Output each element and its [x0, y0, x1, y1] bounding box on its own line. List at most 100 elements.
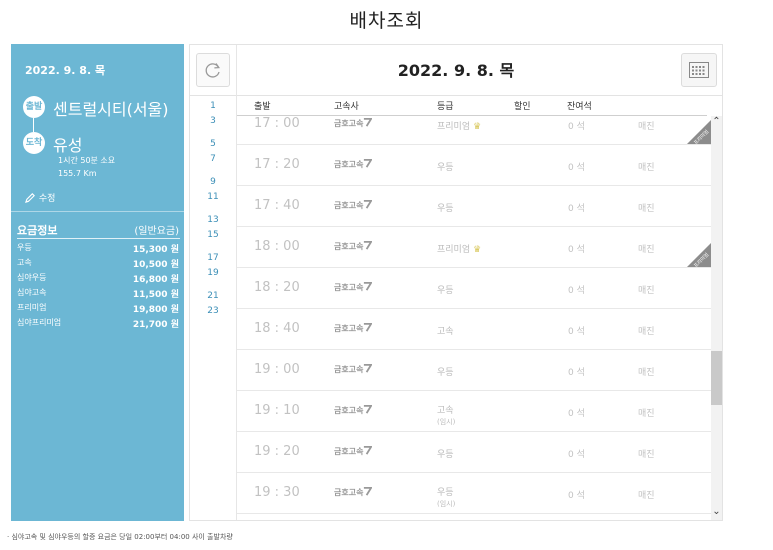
- departure-time: 19 : 30: [254, 485, 300, 500]
- page-title: 배차조회: [349, 10, 424, 32]
- bus-company: 금호고속: [334, 487, 374, 498]
- route-info-panel: 2022. 9. 8. 목 출발 센트럴시티(서울) 도착 유성 1시간 50분…: [11, 44, 184, 521]
- hour-link[interactable]: 19: [190, 268, 236, 293]
- hour-filter-list: 1 3 5 7 9 11 13 15 17 19 21 23: [190, 101, 236, 330]
- company-logo-icon: [364, 446, 374, 455]
- edit-route-label: 수정: [38, 194, 56, 204]
- column-header-departure: 출발: [254, 102, 271, 112]
- column-header-grade: 등급: [437, 102, 454, 112]
- temporary-label: (임시): [437, 418, 456, 426]
- column-header-seats: 잔여석: [567, 102, 592, 112]
- bus-company: 금호고속: [334, 118, 374, 129]
- bus-company: 금호고속: [334, 364, 374, 375]
- fare-type: (일반요금): [134, 226, 179, 237]
- remaining-seats: 0 석: [568, 286, 585, 296]
- remaining-seats: 0 석: [568, 368, 585, 378]
- schedule-row[interactable]: 18 : 20 금호고속 우등 0 석 매진: [237, 268, 711, 309]
- scrollbar[interactable]: ⌃ ⌄: [711, 116, 722, 520]
- company-logo-icon: [364, 364, 374, 373]
- bus-company: 금호고속: [334, 323, 374, 334]
- fare-header: 요금정보 (일반요금): [17, 222, 179, 238]
- company-logo-icon: [364, 159, 374, 168]
- schedule-row[interactable]: 18 : 00 금호고속 프리미엄 ♛ 0 석 매진 프리미엄: [237, 227, 711, 269]
- scroll-down-arrow-icon[interactable]: ⌄: [711, 506, 722, 520]
- remaining-seats: 0 석: [568, 204, 585, 214]
- fare-price: 15,300 원: [132, 245, 179, 255]
- hour-link[interactable]: 11: [190, 192, 236, 217]
- company-logo-icon: [364, 118, 374, 127]
- bus-company: 금호고속: [334, 446, 374, 457]
- sold-out-status: 매진: [638, 327, 655, 337]
- calendar-button[interactable]: [681, 53, 717, 87]
- bus-company-name: 금호고속: [334, 324, 364, 333]
- travel-duration: 1시간 50분 소요: [58, 156, 116, 165]
- remaining-seats: 0 석: [568, 491, 585, 501]
- fare-price: 11,500 원: [132, 290, 179, 300]
- sold-out-status: 매진: [638, 204, 655, 214]
- departure-badge: 출발: [23, 96, 45, 118]
- schedule-list: 17 : 00 금호고속 프리미엄 ♛ 0 석 매진 프리미엄 17 : 20 금호고속 우등 0 …: [237, 116, 711, 519]
- fare-row: 심야고속 11,500 원: [17, 287, 179, 302]
- sold-out-status: 매진: [638, 286, 655, 296]
- remaining-seats: 0 석: [568, 450, 585, 460]
- edit-route-button[interactable]: 수정: [25, 191, 55, 204]
- fare-grade: 고속: [17, 258, 32, 267]
- departure-time: 18 : 40: [254, 321, 300, 336]
- bus-company: 금호고속: [334, 282, 374, 293]
- hour-link[interactable]: 23: [190, 306, 236, 331]
- schedule-row[interactable]: 18 : 40 금호고속 고속 0 석 매진: [237, 309, 711, 350]
- bus-grade: 우등 (임시): [437, 485, 455, 509]
- bus-company: 금호고속: [334, 405, 374, 416]
- bus-grade-label: 우등: [437, 204, 454, 214]
- departure-time: 17 : 40: [254, 198, 300, 213]
- bus-grade: 우등: [437, 447, 454, 460]
- schedule-row[interactable]: 19 : 20 금호고속 우등 0 석 매진: [237, 432, 711, 473]
- schedule-row[interactable]: 17 : 20 금호고속 우등 0 석 매진: [237, 145, 711, 186]
- remaining-seats: 0 석: [568, 163, 585, 173]
- refresh-button[interactable]: [196, 53, 230, 87]
- divider: [17, 238, 180, 239]
- divider: [11, 211, 184, 212]
- bus-grade-label: 프리미엄: [437, 122, 471, 132]
- crown-icon: ♛: [473, 245, 482, 255]
- hour-link[interactable]: 15: [190, 230, 236, 255]
- bus-grade-label: 우등: [437, 488, 454, 498]
- travel-distance: 155.7 Km: [58, 169, 97, 178]
- footnote: · 심야고속 및 심야우등의 할증 요금은 당일 02:00부터 04:00 사…: [7, 533, 233, 541]
- arrival-badge: 도착: [23, 132, 45, 154]
- bus-grade: 우등: [437, 160, 454, 173]
- scroll-thumb[interactable]: [711, 351, 722, 405]
- bus-company-name: 금호고속: [334, 365, 364, 374]
- bus-company: 금호고속: [334, 159, 374, 170]
- pencil-icon: [25, 193, 35, 203]
- schedule-row[interactable]: 19 : 30 금호고속 우등 (임시) 0 석 매진: [237, 473, 711, 514]
- remaining-seats: 0 석: [568, 409, 585, 419]
- column-header-discount: 할인: [514, 102, 531, 112]
- scroll-up-arrow-icon[interactable]: ⌃: [711, 116, 722, 130]
- bus-grade: 고속 (임시): [437, 403, 455, 427]
- fare-price: 21,700 원: [132, 320, 179, 330]
- schedule-row[interactable]: 19 : 00 금호고속 우등 0 석 매진: [237, 350, 711, 391]
- bus-grade: 프리미엄 ♛: [437, 242, 481, 255]
- fare-row: 심야우등 16,800 원: [17, 272, 179, 287]
- sold-out-status: 매진: [638, 163, 655, 173]
- remaining-seats: 0 석: [568, 245, 585, 255]
- company-logo-icon: [364, 405, 374, 414]
- departure-terminal: 센트럴시티(서울): [53, 100, 169, 119]
- refresh-icon: [205, 63, 220, 78]
- bus-grade-label: 우등: [437, 450, 454, 460]
- bus-company-name: 금호고속: [334, 406, 364, 415]
- schedule-row[interactable]: 19 : 10 금호고속 고속 (임시) 0 석 매진: [237, 391, 711, 432]
- company-logo-icon: [364, 200, 374, 209]
- bus-company-name: 금호고속: [334, 447, 364, 456]
- bus-grade: 우등: [437, 283, 454, 296]
- bus-company-name: 금호고속: [334, 283, 364, 292]
- hour-link[interactable]: 7: [190, 154, 236, 179]
- hour-link[interactable]: 3: [190, 116, 236, 141]
- departure-time: 17 : 00: [254, 116, 300, 131]
- bus-company-name: 금호고속: [334, 488, 364, 497]
- bus-grade: 우등: [437, 365, 454, 378]
- schedule-row[interactable]: 17 : 00 금호고속 프리미엄 ♛ 0 석 매진 프리미엄: [237, 116, 711, 146]
- column-header-company: 고속사: [334, 102, 359, 112]
- schedule-row[interactable]: 17 : 40 금호고속 우등 0 석 매진: [237, 186, 711, 227]
